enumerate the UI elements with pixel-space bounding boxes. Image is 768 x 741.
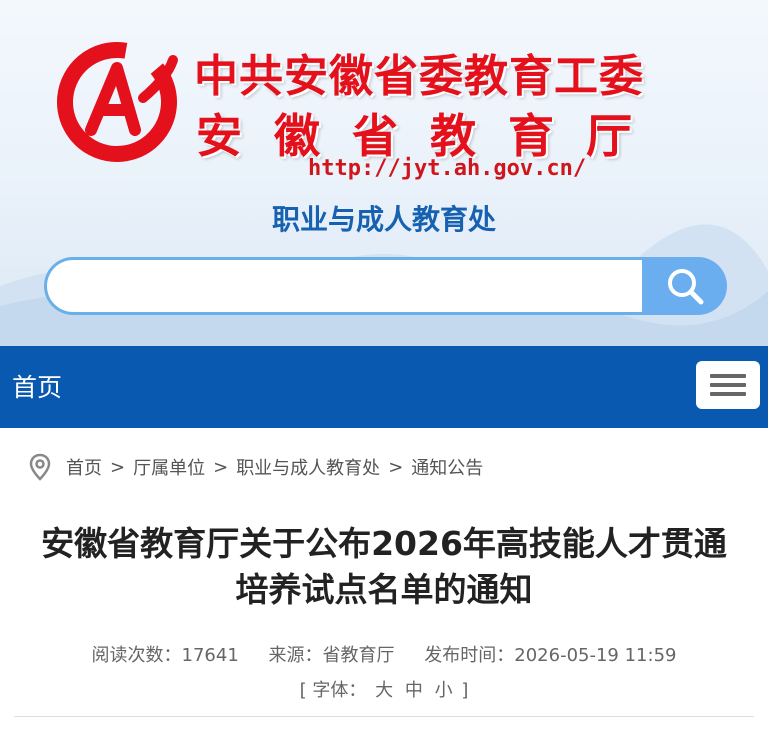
- divider: [14, 716, 754, 717]
- nav-bar: 首页: [0, 346, 768, 428]
- font-size-close: ]: [461, 680, 469, 701]
- breadcrumb-separator: >: [213, 456, 229, 478]
- hamburger-icon-line: [710, 392, 746, 396]
- article-title-line1: 安徽省教育厅关于公布2026年高技能人才贯通: [41, 524, 727, 563]
- site-url: http://jyt.ah.gov.cn/: [308, 156, 587, 181]
- hamburger-icon: [710, 374, 746, 378]
- site-logo: [57, 42, 178, 162]
- article-source: 来源：省教育厅: [268, 645, 395, 666]
- hamburger-icon-line: [710, 383, 746, 387]
- breadcrumb-home[interactable]: 首页: [66, 454, 102, 480]
- breadcrumb: 首页 > 厅属单位 > 职业与成人教育处 > 通知公告: [28, 452, 483, 482]
- search-icon: [667, 269, 703, 305]
- font-large-link[interactable]: 大: [375, 680, 393, 701]
- publish-time: 发布时间：2026-05-19 11:59: [424, 645, 677, 666]
- article-title-line2: 培养试点名单的通知: [235, 570, 533, 609]
- search-input[interactable]: [44, 257, 685, 315]
- menu-toggle-button[interactable]: [696, 361, 760, 409]
- department-title: 职业与成人教育处: [271, 203, 496, 236]
- org-name-line1: 中共安徽省委教育工委: [194, 51, 644, 102]
- search-bar: [44, 257, 727, 315]
- article-meta: 阅读次数：17641 来源：省教育厅 发布时间：2026-05-19 11:59: [0, 641, 768, 667]
- location-pin-icon: [29, 453, 51, 481]
- font-size-switcher: [ 字体： 大 中 小 ]: [0, 676, 768, 702]
- breadcrumb-vocational-dept[interactable]: 职业与成人教育处: [236, 454, 380, 480]
- font-small-link[interactable]: 小: [435, 680, 453, 701]
- breadcrumb-separator: >: [388, 456, 404, 478]
- site-header: 中共安徽省委教育工委 安徽省教育厅 http://jyt.ah.gov.cn/ …: [0, 0, 768, 346]
- breadcrumb-separator: >: [110, 456, 126, 478]
- search-button[interactable]: [642, 257, 727, 315]
- font-medium-link[interactable]: 中: [405, 680, 423, 701]
- read-count: 阅读次数：17641: [91, 645, 239, 666]
- article-title: 安徽省教育厅关于公布2026年高技能人才贯通 培养试点名单的通知: [10, 521, 758, 613]
- font-size-label: [ 字体：: [299, 680, 367, 701]
- breadcrumb-affiliated-units[interactable]: 厅属单位: [133, 454, 205, 480]
- breadcrumb-notices[interactable]: 通知公告: [411, 454, 483, 480]
- nav-home-link[interactable]: 首页: [12, 368, 62, 404]
